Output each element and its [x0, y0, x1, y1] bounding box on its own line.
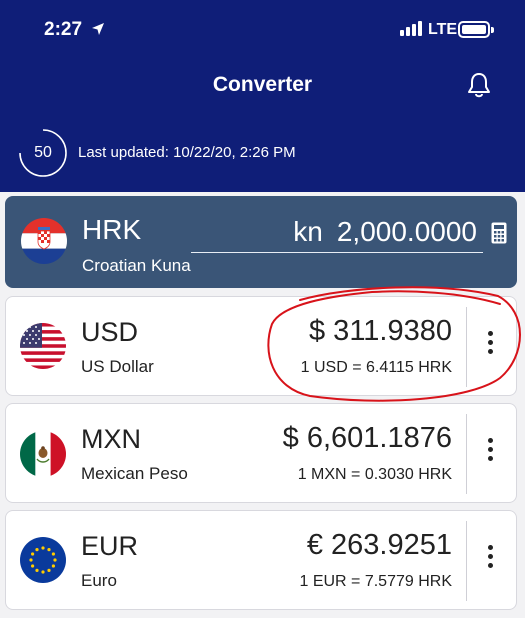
refresh-countdown: 50 — [34, 144, 52, 161]
currency-row-eur[interactable]: EUR Euro € 263.9251 1 EUR = 7.5779 HRK — [5, 510, 517, 610]
exchange-rate: 1 USD = 6.4115 HRK — [300, 359, 452, 376]
row-divider — [466, 307, 467, 387]
currency-row-usd[interactable]: USD US Dollar $ 311.9380 1 USD = 6.4115 … — [5, 296, 517, 396]
header-bar: 2:27 LTE Converter 50 Last updated: 10/2… — [0, 0, 525, 192]
bell-icon[interactable] — [466, 71, 492, 99]
base-currency-name: Croatian Kuna — [82, 256, 191, 275]
calculator-icon[interactable] — [491, 222, 507, 244]
base-amount-underline — [191, 252, 483, 253]
base-currency-code: HRK — [82, 214, 142, 245]
base-amount-input[interactable]: kn 2,000.0000 — [293, 216, 477, 248]
converted-amount: € 263.9251 — [306, 529, 452, 561]
currency-name: US Dollar — [81, 357, 154, 376]
network-label: LTE — [428, 21, 458, 38]
location-arrow-icon — [92, 23, 104, 35]
more-options-icon[interactable] — [486, 438, 494, 465]
currency-code: EUR — [81, 531, 139, 561]
last-updated-text: Last updated: 10/22/20, 2:26 PM — [78, 144, 296, 161]
more-options-icon[interactable] — [486, 545, 494, 572]
battery-tip — [491, 27, 494, 33]
croatia-flag-icon — [21, 218, 67, 264]
page-title: Converter — [212, 73, 313, 96]
currency-row-mxn[interactable]: MXN Mexican Peso $ 6,601.1876 1 MXN = 0.… — [5, 403, 517, 503]
currency-code: USD — [81, 317, 139, 347]
mexico-flag-icon — [20, 431, 66, 477]
base-amount-value: 2,000.0000 — [336, 216, 477, 247]
battery-icon — [458, 21, 490, 38]
row-divider — [466, 414, 467, 494]
converted-amount: $ 311.9380 — [309, 315, 452, 347]
base-currency-symbol: kn — [293, 216, 323, 247]
exchange-rate: 1 MXN = 0.3030 HRK — [297, 466, 452, 483]
signal-icon — [400, 21, 422, 36]
status-time: 2:27 — [44, 19, 83, 40]
currency-name: Euro — [81, 571, 117, 590]
base-currency-card[interactable]: HRK Croatian Kuna kn 2,000.0000 — [5, 196, 517, 288]
row-divider — [466, 521, 467, 601]
converted-amount: $ 6,601.1876 — [282, 422, 452, 454]
more-options-icon[interactable] — [486, 331, 494, 358]
currency-code: MXN — [81, 424, 141, 454]
us-flag-icon — [20, 323, 66, 369]
exchange-rate: 1 EUR = 7.5779 HRK — [299, 573, 452, 590]
eu-flag-icon — [20, 537, 66, 583]
currency-name: Mexican Peso — [81, 464, 188, 483]
